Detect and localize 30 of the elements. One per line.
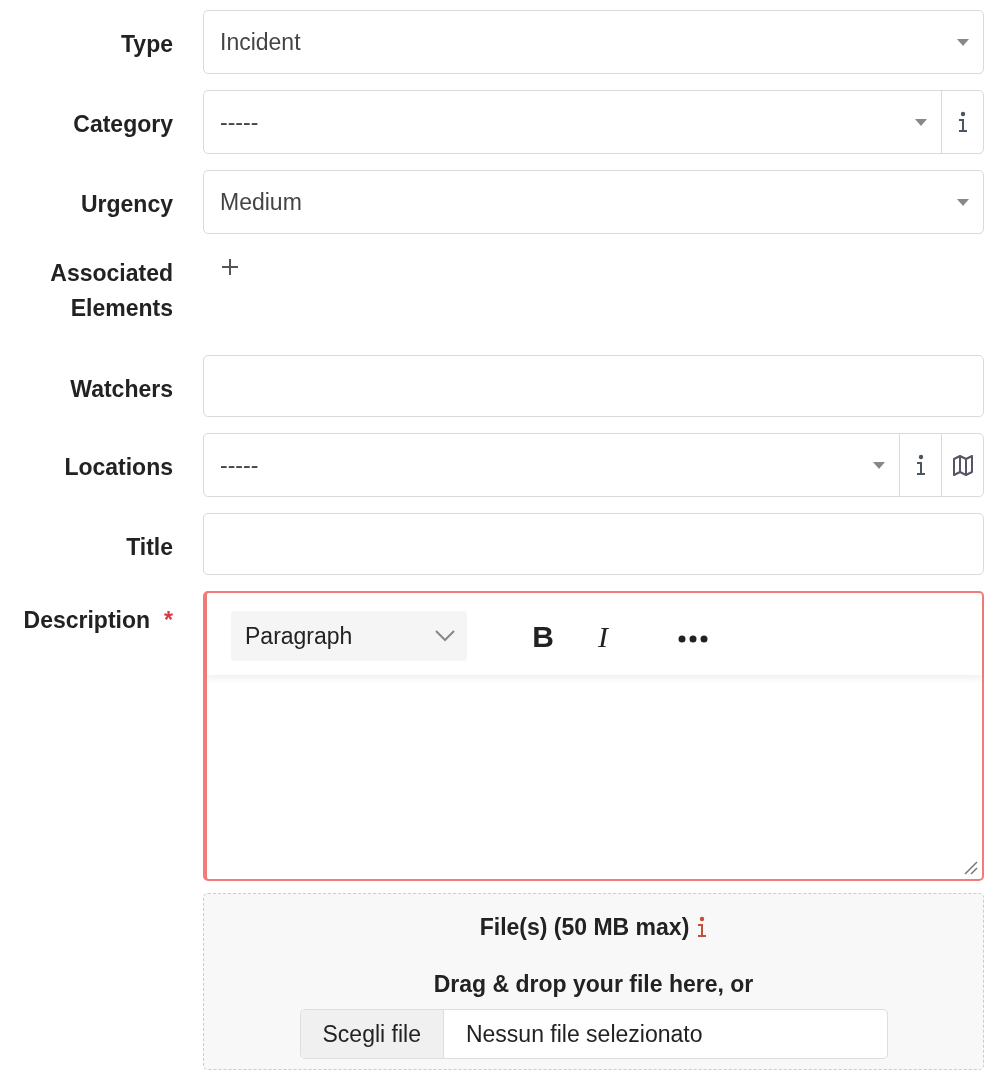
- field-label: Category: [73, 110, 173, 139]
- info-icon[interactable]: [697, 916, 708, 939]
- plus-icon[interactable]: [221, 258, 239, 276]
- text-field[interactable]: [203, 355, 984, 417]
- field-label: Associated Elements: [49, 259, 173, 323]
- select-field[interactable]: Incident: [204, 11, 983, 73]
- resize-handle-icon[interactable]: [964, 861, 978, 875]
- select-field[interactable]: Medium: [204, 171, 983, 233]
- file-input[interactable]: Scegli file Nessun file selezionato: [299, 1009, 888, 1059]
- file-status: Nessun file selezionato: [464, 1019, 704, 1049]
- attachments-title: File(s) (50 MB max): [479, 913, 690, 942]
- field-label: Watchers: [70, 375, 173, 404]
- required-mark: *: [164, 606, 173, 635]
- caret-icon: [957, 38, 969, 46]
- more-icon: [678, 634, 708, 643]
- field-label: Title: [126, 533, 173, 562]
- chevron-down-icon: [435, 630, 455, 642]
- drop-zone[interactable]: File(s) (50 MB max) Drag & drop your file here, or Scegli file Nessun file selezionato: [203, 893, 984, 1070]
- rich-text-editor[interactable]: Paragraph B I: [203, 591, 984, 881]
- caret-icon: [957, 198, 969, 206]
- choose-file-button[interactable]: Scegli file: [300, 1010, 444, 1058]
- field-label: Urgency: [80, 190, 173, 219]
- field-label: Description: [23, 606, 151, 635]
- field-label: Type: [121, 30, 173, 59]
- field-label: Locations: [64, 453, 173, 482]
- format-dropdown[interactable]: Paragraph: [231, 611, 467, 661]
- drop-hint: Drag & drop your file here, or: [433, 969, 754, 999]
- italic-button[interactable]: I: [573, 612, 633, 660]
- text-field[interactable]: [203, 513, 984, 575]
- bold-button[interactable]: B: [513, 612, 573, 660]
